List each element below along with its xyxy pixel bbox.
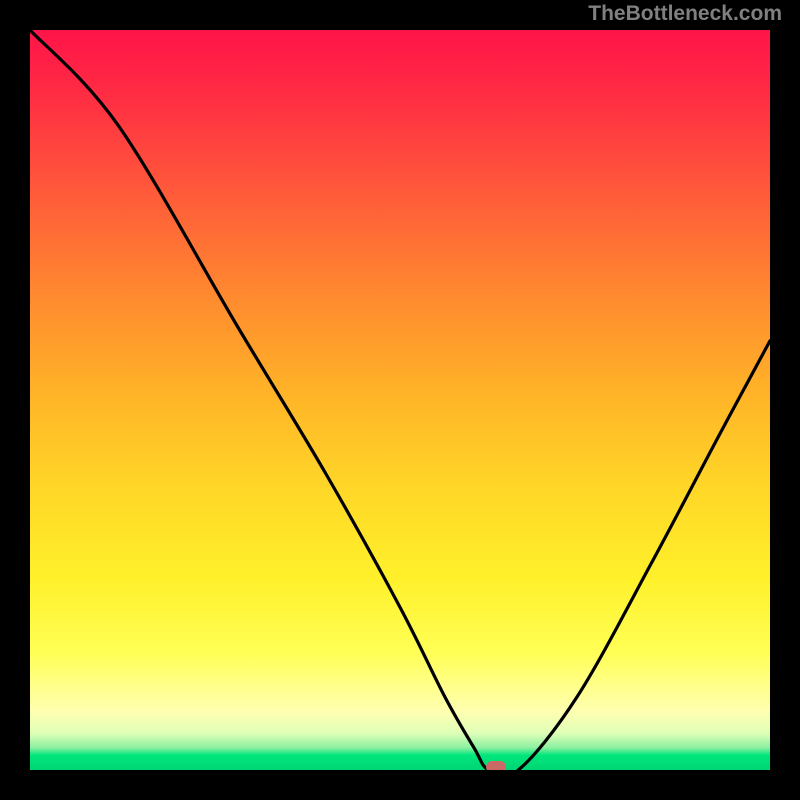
bottleneck-curve (30, 30, 770, 770)
optimal-marker (486, 761, 506, 770)
curve-svg (30, 30, 770, 770)
attribution-text: TheBottleneck.com (588, 2, 782, 26)
plot-area (30, 30, 770, 770)
